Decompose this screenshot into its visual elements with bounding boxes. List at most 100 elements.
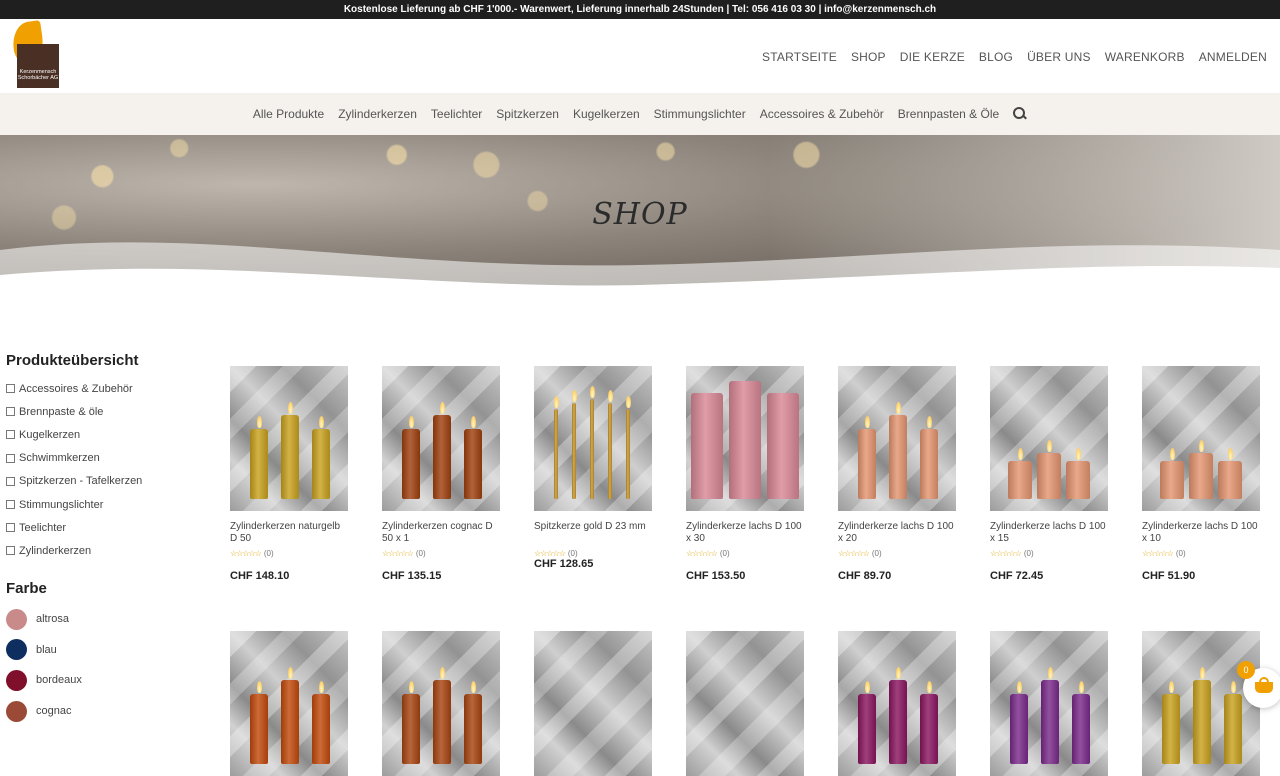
category-nav-link[interactable]: Spitzkerzen bbox=[496, 107, 559, 121]
color-filter-item[interactable]: cognac bbox=[6, 696, 206, 727]
category-filter-item[interactable]: Kugelkerzen bbox=[6, 423, 206, 446]
product-card[interactable]: Zylinderkerze lachs D 100 x 15 ☆☆☆☆☆ (0) CH… bbox=[990, 366, 1108, 582]
main-nav-link[interactable]: DIE KERZE bbox=[900, 50, 965, 64]
category-filter-label: Stimmungslichter bbox=[19, 498, 104, 511]
review-count: (0) bbox=[415, 549, 426, 558]
category-filter-item[interactable]: Teelichter bbox=[6, 516, 206, 539]
product-card[interactable]: Zylinderkerze lachs D 100 x 10 ☆☆☆☆☆ (0) CH… bbox=[1142, 366, 1260, 582]
floating-cart-button[interactable]: 0 bbox=[1237, 661, 1280, 708]
product-card[interactable] bbox=[230, 631, 348, 776]
checkbox[interactable] bbox=[6, 523, 15, 533]
main-nav-link[interactable]: ÜBER UNS bbox=[1027, 50, 1091, 64]
candle-shape bbox=[858, 429, 876, 499]
product-card[interactable]: Zylinderkerzen naturgelb D 50 ☆☆☆☆☆ (0) CHF… bbox=[230, 366, 348, 582]
candle-flame-icon bbox=[287, 402, 293, 414]
product-card[interactable] bbox=[990, 631, 1108, 776]
category-nav-link[interactable]: Stimmungslichter bbox=[654, 107, 746, 121]
product-image[interactable] bbox=[230, 366, 348, 511]
color-swatch[interactable] bbox=[6, 639, 27, 661]
product-image[interactable] bbox=[990, 366, 1108, 511]
category-nav-link[interactable]: Teelichter bbox=[431, 107, 482, 121]
product-card[interactable]: Zylinderkerzen cognac D 50 x 1 ☆☆☆☆☆ (0) CH… bbox=[382, 366, 500, 582]
category-navigation: Alle Produkte Zylinderkerzen Teelichter Spi… bbox=[0, 93, 1280, 135]
category-filter-item[interactable]: Spitzkerzen - Tafelkerzen bbox=[6, 470, 206, 493]
category-filter-item[interactable]: Schwimmkerzen bbox=[6, 447, 206, 470]
color-filter-item[interactable]: bordeaux bbox=[6, 665, 206, 696]
review-count: (0) bbox=[1175, 549, 1186, 558]
category-filter-item[interactable]: Accessoires & Zubehör bbox=[6, 377, 206, 400]
product-image[interactable] bbox=[534, 366, 652, 511]
candle-shape bbox=[1037, 453, 1061, 499]
product-card[interactable] bbox=[382, 631, 500, 776]
product-name[interactable]: Zylinderkerze lachs D 100 x 10 bbox=[1142, 521, 1260, 545]
candle-flame-icon bbox=[1227, 448, 1233, 460]
category-nav-link[interactable]: Brennpasten & Öle bbox=[898, 107, 999, 121]
main-nav-link[interactable]: BLOG bbox=[979, 50, 1013, 64]
product-image[interactable] bbox=[838, 631, 956, 776]
category-filter-item[interactable]: Zylinderkerzen bbox=[6, 539, 206, 562]
color-swatch[interactable] bbox=[6, 700, 27, 722]
category-filter-label: Zylinderkerzen bbox=[19, 544, 92, 557]
product-card[interactable] bbox=[838, 631, 956, 776]
category-nav-link[interactable]: Zylinderkerzen bbox=[338, 107, 417, 121]
rating-stars-icon: ☆☆☆☆☆ bbox=[382, 549, 414, 558]
review-count: (0) bbox=[263, 549, 274, 558]
product-name[interactable]: Zylinderkerze lachs D 100 x 30 bbox=[686, 521, 804, 545]
product-name[interactable]: Zylinderkerze lachs D 100 x 15 bbox=[990, 521, 1108, 545]
product-image[interactable] bbox=[382, 631, 500, 776]
color-swatch[interactable] bbox=[6, 608, 27, 630]
product-card[interactable] bbox=[1142, 631, 1260, 776]
candle-shape bbox=[1066, 461, 1090, 499]
product-name[interactable]: Spitzkerze gold D 23 mm bbox=[534, 521, 652, 545]
candle-shape bbox=[1160, 461, 1184, 499]
color-label: altrosa bbox=[36, 613, 70, 626]
product-name[interactable]: Zylinderkerzen naturgelb D 50 bbox=[230, 521, 348, 545]
search-icon[interactable] bbox=[1013, 107, 1027, 121]
checkbox[interactable] bbox=[6, 453, 15, 463]
product-image[interactable] bbox=[686, 366, 804, 511]
category-filter-item[interactable]: Stimmungslichter bbox=[6, 493, 206, 516]
category-filter-item[interactable]: Brennpaste & öle bbox=[6, 400, 206, 423]
checkbox[interactable] bbox=[6, 500, 15, 510]
main-nav-link[interactable]: ANMELDEN bbox=[1199, 50, 1267, 64]
product-rating: ☆☆☆☆☆ (0) bbox=[686, 549, 804, 558]
rating-stars-icon: ☆☆☆☆☆ bbox=[686, 549, 718, 558]
product-image[interactable] bbox=[838, 366, 956, 511]
product-card[interactable] bbox=[534, 631, 652, 776]
checkbox[interactable] bbox=[6, 476, 15, 486]
color-filter-item[interactable]: blau bbox=[6, 635, 206, 666]
site-logo[interactable]: Kerzenmensch Schorbächer AG bbox=[10, 20, 59, 88]
main-nav-link[interactable]: WARENKORB bbox=[1105, 50, 1185, 64]
product-card[interactable]: Zylinderkerze lachs D 100 x 30 ☆☆☆☆☆ (0) CH… bbox=[686, 366, 804, 582]
product-image[interactable] bbox=[1142, 631, 1260, 776]
checkbox[interactable] bbox=[6, 384, 15, 394]
product-price: CHF 72.45 bbox=[990, 570, 1044, 582]
category-nav-link[interactable]: Accessoires & Zubehör bbox=[760, 107, 884, 121]
checkbox[interactable] bbox=[6, 546, 15, 556]
product-image[interactable] bbox=[230, 631, 348, 776]
main-nav-link[interactable]: STARTSEITE bbox=[762, 50, 837, 64]
product-image[interactable] bbox=[990, 631, 1108, 776]
product-name[interactable]: Zylinderkerzen cognac D 50 x 1 bbox=[382, 521, 500, 545]
category-nav-link[interactable]: Kugelkerzen bbox=[573, 107, 640, 121]
candle-shape bbox=[1189, 453, 1213, 499]
product-name[interactable]: Zylinderkerze lachs D 100 x 20 bbox=[838, 521, 956, 545]
product-card[interactable] bbox=[686, 631, 804, 776]
candle-shape bbox=[1162, 694, 1180, 764]
product-card[interactable]: Zylinderkerze lachs D 100 x 20 ☆☆☆☆☆ (0) CH… bbox=[838, 366, 956, 582]
checkbox[interactable] bbox=[6, 407, 15, 417]
product-image[interactable] bbox=[534, 631, 652, 776]
main-nav-link[interactable]: SHOP bbox=[851, 50, 886, 64]
candle-flame-icon bbox=[864, 681, 870, 693]
candle-flame-icon bbox=[1016, 681, 1022, 693]
category-nav-link[interactable]: Alle Produkte bbox=[253, 107, 324, 121]
product-image[interactable] bbox=[382, 366, 500, 511]
color-swatch[interactable] bbox=[6, 669, 27, 691]
candle-shape bbox=[312, 694, 330, 764]
color-filter-item[interactable]: altrosa bbox=[6, 604, 206, 635]
product-price: CHF 89.70 bbox=[838, 570, 892, 582]
checkbox[interactable] bbox=[6, 430, 15, 440]
product-image[interactable] bbox=[1142, 366, 1260, 511]
product-card[interactable]: Spitzkerze gold D 23 mm ☆☆☆☆☆ (0) CHF 128.6… bbox=[534, 366, 652, 570]
product-image[interactable] bbox=[686, 631, 804, 776]
